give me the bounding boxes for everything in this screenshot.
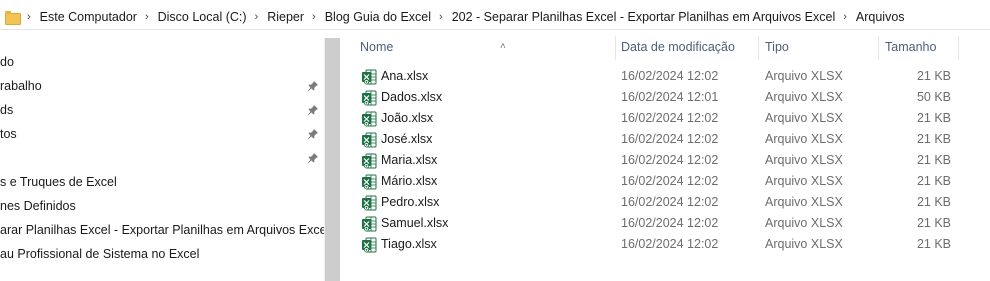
excel-file-icon bbox=[362, 195, 377, 211]
file-row[interactable]: Tiago.xlsx 16/02/2024 12:02 Arquivo XLSX 21… bbox=[356, 234, 976, 255]
column-header-type-label: Tipo bbox=[765, 40, 789, 54]
file-size: 21 KB bbox=[916, 216, 951, 230]
navigation-scrollbar[interactable] bbox=[324, 38, 340, 281]
column-divider[interactable] bbox=[878, 36, 879, 60]
file-date: 16/02/2024 12:02 bbox=[621, 111, 719, 125]
column-header-date[interactable]: Data de modificação bbox=[621, 36, 757, 62]
file-type: Arquivo XLSX bbox=[765, 111, 843, 125]
column-header-size-label: Tamanho bbox=[885, 40, 937, 54]
file-size: 21 KB bbox=[916, 153, 951, 167]
file-date: 16/02/2024 12:02 bbox=[621, 132, 719, 146]
chevron-right-icon[interactable]: › bbox=[145, 11, 149, 23]
pin-icon bbox=[308, 129, 318, 139]
breadcrumb-item[interactable]: Arquivos bbox=[856, 10, 905, 24]
file-name[interactable]: João.xlsx bbox=[381, 108, 433, 129]
file-size: 21 KB bbox=[916, 111, 951, 125]
breadcrumb-item[interactable]: Este Computador bbox=[40, 10, 137, 24]
excel-file-icon bbox=[362, 237, 377, 253]
nav-item[interactable]: s e Truques de Excel bbox=[0, 172, 117, 192]
excel-file-icon bbox=[362, 174, 377, 190]
pin-icon bbox=[308, 153, 318, 163]
column-divider[interactable] bbox=[615, 36, 616, 60]
folder-icon bbox=[5, 10, 21, 25]
column-header-type[interactable]: Tipo bbox=[765, 36, 875, 62]
file-name[interactable]: Ana.xlsx bbox=[381, 66, 428, 87]
pin-icon bbox=[308, 81, 318, 91]
file-date: 16/02/2024 12:01 bbox=[621, 90, 719, 104]
chevron-right-icon[interactable]: › bbox=[312, 11, 316, 23]
chevron-right-icon[interactable]: › bbox=[439, 11, 443, 23]
file-size: 21 KB bbox=[916, 195, 951, 209]
file-type: Arquivo XLSX bbox=[765, 195, 843, 209]
file-date: 16/02/2024 12:02 bbox=[621, 174, 719, 188]
file-size: 21 KB bbox=[916, 237, 951, 251]
excel-file-icon bbox=[362, 69, 377, 85]
nav-item[interactable]: ds bbox=[0, 100, 13, 120]
file-size: 50 KB bbox=[916, 90, 951, 104]
file-date: 16/02/2024 12:02 bbox=[621, 195, 719, 209]
column-header-date-label: Data de modificação bbox=[621, 40, 735, 54]
file-type: Arquivo XLSX bbox=[765, 174, 843, 188]
file-date: 16/02/2024 12:02 bbox=[621, 69, 719, 83]
file-size: 21 KB bbox=[916, 69, 951, 83]
file-type: Arquivo XLSX bbox=[765, 153, 843, 167]
file-name[interactable]: Samuel.xlsx bbox=[381, 213, 448, 234]
file-name[interactable]: Tiago.xlsx bbox=[381, 234, 437, 255]
file-type: Arquivo XLSX bbox=[765, 216, 843, 230]
file-name[interactable]: Mário.xlsx bbox=[381, 171, 437, 192]
excel-file-icon bbox=[362, 153, 377, 169]
file-row[interactable]: Ana.xlsx 16/02/2024 12:02 Arquivo XLSX 21 K… bbox=[356, 66, 976, 87]
file-row[interactable]: Dados.xlsx 16/02/2024 12:01 Arquivo XLSX 50… bbox=[356, 87, 976, 108]
sort-up-icon: ˄ bbox=[500, 41, 506, 52]
address-bar[interactable]: › Este Computador › Disco Local (C:) › Rieper… bbox=[0, 4, 990, 30]
column-header-name[interactable]: ˄ Nome bbox=[360, 36, 620, 62]
column-divider[interactable] bbox=[958, 36, 959, 60]
nav-item[interactable]: nes Definidos bbox=[0, 196, 76, 216]
column-divider[interactable] bbox=[758, 36, 759, 60]
file-row[interactable]: Samuel.xlsx 16/02/2024 12:02 Arquivo XLSX 2… bbox=[356, 213, 976, 234]
file-name[interactable]: Pedro.xlsx bbox=[381, 192, 439, 213]
file-name[interactable]: Maria.xlsx bbox=[381, 150, 437, 171]
column-header-name-label: Nome bbox=[360, 40, 394, 54]
file-type: Arquivo XLSX bbox=[765, 90, 843, 104]
file-date: 16/02/2024 12:02 bbox=[621, 237, 719, 251]
excel-file-icon bbox=[362, 216, 377, 232]
file-row[interactable]: Pedro.xlsx 16/02/2024 12:02 Arquivo XLSX 21… bbox=[356, 192, 976, 213]
nav-item[interactable]: tos bbox=[0, 124, 17, 144]
breadcrumb-item[interactable]: Disco Local (C:) bbox=[158, 10, 247, 24]
file-name[interactable]: Dados.xlsx bbox=[381, 87, 442, 108]
file-row[interactable]: João.xlsx 16/02/2024 12:02 Arquivo XLSX 21 … bbox=[356, 108, 976, 129]
navigation-pane: do rabalho ds tos s e Truques de Excel nes De… bbox=[0, 32, 340, 281]
breadcrumb-item[interactable]: Rieper bbox=[267, 10, 304, 24]
file-date: 16/02/2024 12:02 bbox=[621, 216, 719, 230]
file-list: ˄ Nome Data de modificação Tipo Tamanho … bbox=[340, 32, 990, 281]
file-size: 21 KB bbox=[916, 174, 951, 188]
breadcrumb-item[interactable]: 202 - Separar Planilhas Excel - Exportar… bbox=[452, 10, 836, 24]
file-date: 16/02/2024 12:02 bbox=[621, 153, 719, 167]
nav-item[interactable]: rabalho bbox=[0, 76, 42, 96]
file-row[interactable]: Maria.xlsx 16/02/2024 12:02 Arquivo XLSX 21… bbox=[356, 150, 976, 171]
breadcrumb-item[interactable]: Blog Guia do Excel bbox=[325, 10, 431, 24]
nav-item[interactable]: do bbox=[0, 52, 14, 72]
file-size: 21 KB bbox=[916, 132, 951, 146]
file-row[interactable]: Mário.xlsx 16/02/2024 12:02 Arquivo XLSX 21… bbox=[356, 171, 976, 192]
excel-file-icon bbox=[362, 90, 377, 106]
nav-item[interactable]: au Profissional de Sistema no Excel bbox=[0, 244, 199, 264]
chevron-right-icon[interactable]: › bbox=[843, 11, 847, 23]
column-header-size[interactable]: Tamanho bbox=[885, 36, 955, 62]
nav-item[interactable]: arar Planilhas Excel - Exportar Planilha… bbox=[0, 220, 329, 240]
file-type: Arquivo XLSX bbox=[765, 69, 843, 83]
file-type: Arquivo XLSX bbox=[765, 237, 843, 251]
file-type: Arquivo XLSX bbox=[765, 132, 843, 146]
scrollbar-thumb[interactable] bbox=[325, 38, 340, 281]
excel-file-icon bbox=[362, 111, 377, 127]
file-row[interactable]: José.xlsx 16/02/2024 12:02 Arquivo XLSX 21 … bbox=[356, 129, 976, 150]
chevron-right-icon[interactable]: › bbox=[255, 11, 259, 23]
pin-icon bbox=[308, 105, 318, 115]
excel-file-icon bbox=[362, 132, 377, 148]
chevron-right-icon[interactable]: › bbox=[27, 11, 31, 23]
file-name[interactable]: José.xlsx bbox=[381, 129, 432, 150]
